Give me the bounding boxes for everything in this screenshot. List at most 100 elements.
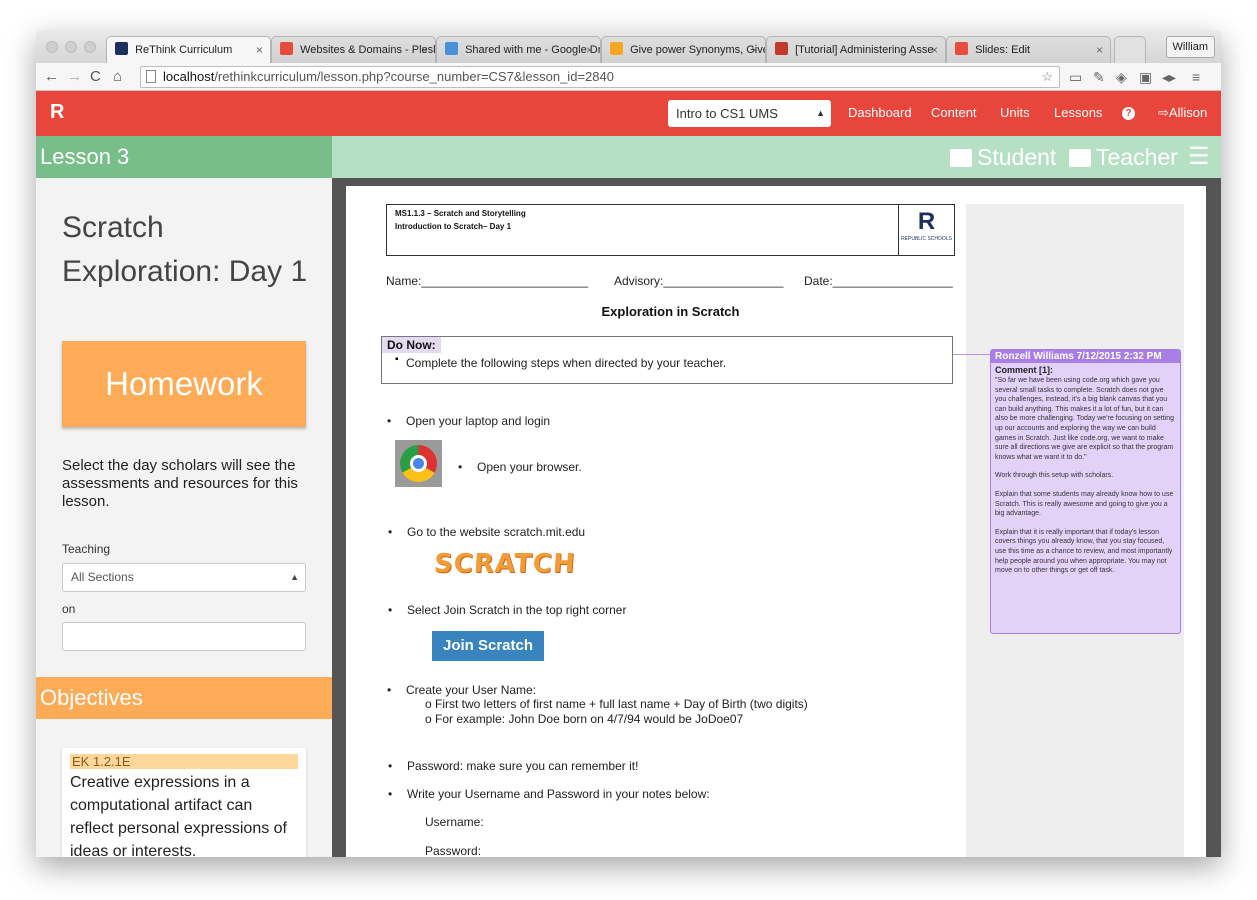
step-join: Select Join Scratch in the top right cor… (388, 603, 626, 617)
username-field-label: Username: (425, 815, 484, 829)
join-scratch-image: Join Scratch (432, 631, 544, 661)
sign-out-icon: ⇨ (1158, 105, 1169, 120)
maximize-window-icon[interactable] (84, 41, 96, 53)
schedule-description: Select the day scholars will see the ass… (62, 457, 298, 510)
username-example: o For example: John Doe born on 4/7/94 w… (425, 712, 744, 726)
step-password: Password: make sure you can remember it! (388, 759, 638, 773)
list-icon[interactable]: ☰ (1188, 143, 1210, 171)
rethink-favicon-icon (115, 42, 128, 55)
reload-icon[interactable]: C (90, 67, 101, 87)
lesson-sidebar: Scratch Exploration: Day 1 Homework Sele… (36, 178, 332, 857)
home-icon[interactable]: ⌂ (113, 67, 122, 87)
shield-extension-icon[interactable]: ◈ (1116, 68, 1127, 86)
nav-units[interactable]: Units (1000, 105, 1030, 120)
teacher-label: Teacher (1096, 144, 1178, 170)
document-viewer[interactable]: MS1.1.3 – Scratch and Storytelling Intro… (332, 178, 1221, 857)
objectives-header: Objectives (36, 677, 332, 719)
tab-label: Give power Synonyms, Give (630, 44, 766, 56)
nav-content[interactable]: Content (931, 105, 977, 120)
advisory-line: Advisory:__________________ (614, 274, 784, 288)
close-tab-icon[interactable]: × (1096, 37, 1103, 63)
browser-toolbar: ← → C ⌂ localhost/rethinkcurriculum/less… (36, 63, 1221, 91)
date-line: Date:__________________ (804, 274, 953, 288)
address-bar[interactable]: localhost/rethinkcurriculum/lesson.php?c… (140, 66, 1060, 88)
course-select[interactable]: Intro to CS1 UMS ▲ (668, 100, 831, 127)
nav-user[interactable]: ⇨Allison (1158, 105, 1207, 121)
browser-tab-plesk[interactable]: Websites & Domains - Plesk × (271, 36, 436, 63)
plesk-favicon-icon (280, 42, 293, 55)
app-navbar: R Intro to CS1 UMS ▲ Dashboard Content U… (36, 91, 1221, 136)
republic-schools-logo: R REPUBLIC SCHOOLS (898, 205, 954, 255)
nav-lessons[interactable]: Lessons (1054, 105, 1102, 120)
print-student-button[interactable]: Student (950, 143, 1056, 171)
back-arrow-icon[interactable]: ← (44, 67, 59, 87)
forward-arrow-icon[interactable]: → (67, 67, 82, 87)
logo-text: REPUBLIC SCHOOLS (901, 236, 952, 242)
print-teacher-button[interactable]: Teacher (1069, 143, 1178, 171)
close-tab-icon[interactable]: × (931, 37, 938, 63)
browser-tab-synonyms[interactable]: Give power Synonyms, Give × (601, 36, 766, 63)
help-icon[interactable]: ? (1122, 107, 1135, 120)
teacher-comment: Ronzell Williams 7/12/2015 2:32 PM Comme… (990, 349, 1181, 634)
homework-button[interactable]: Homework (62, 341, 306, 427)
nav-dashboard[interactable]: Dashboard (848, 105, 912, 120)
tab-label: Shared with me - Google Dr (465, 44, 601, 56)
browser-tab-tutorial[interactable]: [Tutorial] Administering Asse × (766, 36, 946, 63)
extension-icon[interactable]: ▣ (1139, 68, 1152, 86)
do-now-text: Complete the following steps when direct… (406, 356, 727, 370)
google-drive-favicon-icon (445, 42, 458, 55)
audio-extension-icon[interactable]: ◂▸ (1162, 68, 1176, 86)
minimize-window-icon[interactable] (65, 41, 77, 53)
document-page: MS1.1.3 – Scratch and Storytelling Intro… (346, 186, 1206, 857)
square-bullet-icon: ▪ (395, 354, 399, 365)
teaching-section-select[interactable]: All Sections ▲ (62, 563, 306, 592)
brand-logo[interactable]: R (50, 101, 64, 124)
thesaurus-favicon-icon (610, 42, 623, 55)
objective-text: Creative expressions in a computational … (70, 774, 287, 857)
course-code: MS1.1.3 – Scratch and Storytelling (395, 209, 526, 218)
tab-label: ReThink Curriculum (135, 44, 233, 56)
browser-tab-slides[interactable]: Slides: Edit × (946, 36, 1111, 63)
document-header-box: MS1.1.3 – Scratch and Storytelling Intro… (386, 204, 955, 256)
close-tab-icon[interactable]: × (751, 37, 758, 63)
step-browser: Open your browser. (458, 460, 582, 474)
url-host: localhost (163, 69, 215, 84)
name-line: Name:_________________________ (386, 274, 589, 288)
comment-paragraph: "So far we have been using code.org whic… (995, 377, 1175, 461)
select-arrows-icon: ▲ (290, 572, 299, 582)
teaching-selected-value: All Sections (71, 570, 134, 584)
comment-paragraph: Explain that it is really important that… (995, 528, 1173, 575)
comment-body: Comment [1]: "So far we have been using … (991, 363, 1180, 578)
chrome-logo-icon (395, 440, 442, 487)
slides-favicon-icon (955, 42, 968, 55)
close-tab-icon[interactable]: × (256, 37, 263, 63)
cast-icon[interactable]: ▭ (1069, 68, 1082, 86)
browser-tab-google-drive[interactable]: Shared with me - Google Dr × (436, 36, 601, 63)
printer-icon (1069, 149, 1091, 167)
username-rule: o First two letters of first name + full… (425, 697, 808, 711)
eyedropper-icon[interactable]: ✎ (1093, 68, 1105, 86)
step-website: Go to the website scratch.mit.edu (388, 525, 585, 539)
comment-paragraph: Work through this setup with scholars. (995, 472, 1114, 480)
close-tab-icon[interactable]: × (421, 37, 428, 63)
new-tab-button[interactable] (1114, 36, 1146, 63)
browser-tab-rethink[interactable]: ReThink Curriculum × (106, 36, 271, 63)
comment-author: Ronzell Williams 7/12/2015 2:32 PM (991, 350, 1180, 363)
close-window-icon[interactable] (46, 41, 58, 53)
student-label: Student (977, 144, 1057, 170)
document-title: Exploration in Scratch (601, 304, 740, 319)
step-login: Open your laptop and login (387, 414, 550, 428)
lesson-subtitle: Introduction to Scratch– Day 1 (395, 222, 512, 231)
teaching-date-input[interactable] (62, 622, 306, 651)
close-tab-icon[interactable]: × (586, 37, 593, 63)
tab-label: Slides: Edit (975, 44, 1031, 56)
profile-button[interactable]: William (1165, 36, 1215, 58)
course-selected-value: Intro to CS1 UMS (676, 106, 778, 121)
menu-icon[interactable]: ≡ (1192, 68, 1200, 86)
bookmark-star-icon[interactable]: ☆ (1041, 67, 1053, 87)
on-label: on (62, 602, 76, 616)
logo-letter: R (917, 208, 936, 235)
url-path: /rethinkcurriculum/lesson.php?course_num… (214, 69, 614, 84)
tab-label: Websites & Domains - Plesk (300, 44, 436, 56)
tab-strip: ReThink Curriculum × Websites & Domains … (36, 30, 1221, 63)
